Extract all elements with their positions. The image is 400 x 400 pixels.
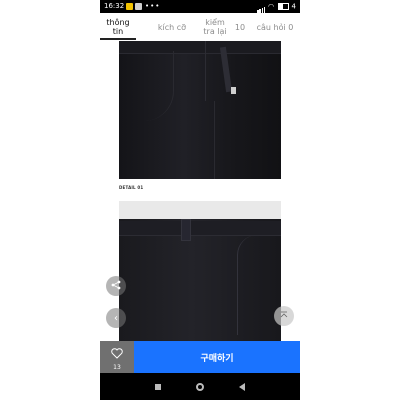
android-nav-bar — [100, 373, 300, 400]
battery-level: 4 — [291, 2, 296, 11]
battery-icon — [278, 3, 290, 10]
tab-size[interactable]: kích cỡ — [154, 13, 190, 41]
status-time: 16:32 — [104, 2, 125, 10]
tab-review[interactable]: kiểm tra lại — [200, 13, 230, 41]
product-detail-content: DETAIL 01 — [100, 41, 300, 341]
previous-button[interactable]: ‹ — [106, 308, 126, 328]
home-button[interactable] — [194, 381, 206, 393]
scroll-top-icon — [279, 310, 289, 323]
buy-button[interactable]: 구매하기 — [134, 341, 300, 373]
heart-icon — [111, 344, 123, 363]
circle-icon — [196, 383, 204, 391]
tab-questions[interactable]: câu hỏi 0 — [252, 13, 298, 41]
square-icon — [155, 384, 161, 390]
status-right: ◠ 4 — [257, 0, 296, 14]
share-icon — [111, 280, 121, 293]
signal-icon — [257, 0, 266, 13]
like-count: 13 — [113, 363, 121, 371]
product-image-bottom — [119, 201, 281, 341]
product-image-top — [119, 41, 281, 179]
back-button[interactable] — [236, 381, 248, 393]
chevron-left-icon: ‹ — [114, 312, 118, 324]
status-bar: 16:32 ••• ◠ 4 — [100, 0, 300, 13]
like-button[interactable]: 13 — [100, 341, 134, 373]
recent-apps-button[interactable] — [152, 381, 164, 393]
more-notifications-icon: ••• — [145, 2, 161, 10]
scroll-top-button[interactable] — [274, 306, 294, 326]
notification-icon-2 — [135, 3, 142, 10]
notification-icon — [126, 3, 133, 10]
active-tab-indicator — [100, 38, 136, 40]
phone-screen: 16:32 ••• ◠ 4 thông tin kích cỡ kiểm tra… — [100, 0, 300, 400]
image-caption: DETAIL 01 — [119, 185, 144, 190]
share-button[interactable] — [106, 276, 126, 296]
tab-review-count[interactable]: 10 — [232, 13, 248, 41]
purchase-bar: 13 구매하기 — [100, 341, 300, 373]
tab-info[interactable]: thông tin — [100, 13, 136, 41]
back-triangle-icon — [239, 383, 245, 391]
wifi-icon: ◠ — [267, 2, 275, 11]
